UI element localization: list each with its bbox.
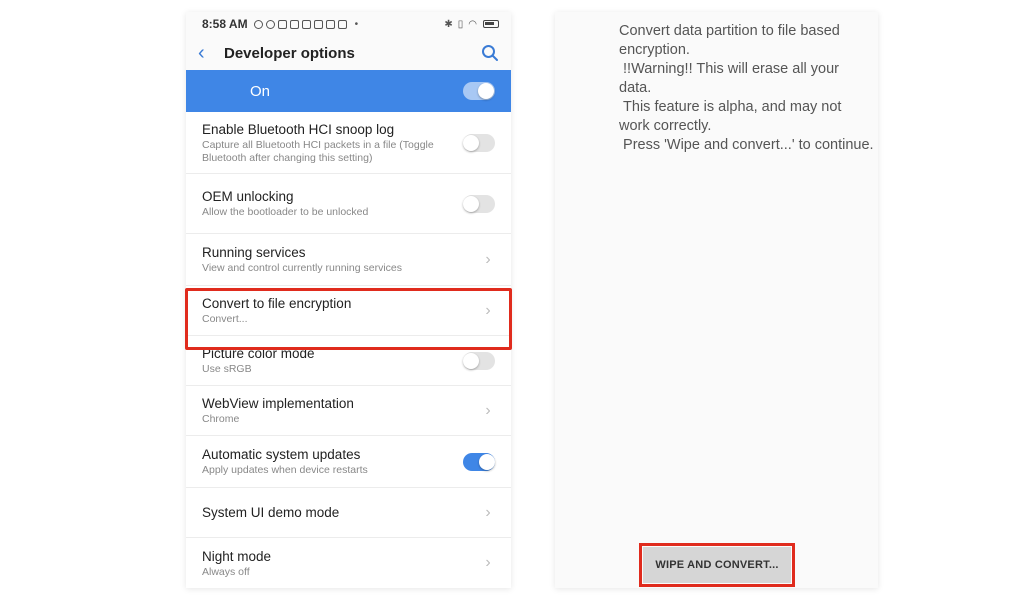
- chevron-right-icon: ›: [485, 250, 491, 268]
- bluetooth-hci-toggle[interactable]: [463, 133, 495, 152]
- file-encryption-screen: Convert data partition to file based enc…: [555, 12, 878, 588]
- encryption-warning-text: Convert data partition to file based enc…: [619, 23, 874, 153]
- setting-title: Running services: [202, 245, 306, 260]
- news-icon: [337, 19, 347, 29]
- developer-options-screen: 8:58 AM • ✱ ▯ ◠ ‹ Developer options On E…: [186, 12, 511, 588]
- setting-subtitle: Apply updates when device restarts: [202, 464, 368, 476]
- automatic-updates-toggle[interactable]: [463, 452, 495, 471]
- status-time: 8:58 AM: [202, 17, 248, 31]
- setting-title: Convert to file encryption: [202, 296, 352, 311]
- setting-convert-file-encryption[interactable]: Convert to file encryption Convert... ›: [186, 286, 511, 336]
- facebook-icon: [253, 19, 263, 29]
- wifi-icon: ◠: [468, 18, 477, 30]
- setting-subtitle: View and control currently running servi…: [202, 262, 402, 274]
- wipe-and-convert-button[interactable]: WIPE AND CONVERT...: [643, 547, 791, 583]
- vibrate-icon: ▯: [457, 18, 464, 30]
- setting-title: OEM unlocking: [202, 189, 294, 204]
- notification-dot: •: [354, 18, 359, 30]
- chevron-right-icon: ›: [485, 301, 491, 319]
- setting-title: Enable Bluetooth HCI snoop log: [202, 121, 395, 137]
- setting-bluetooth-hci-snoop[interactable]: Enable Bluetooth HCI snoop log Capture a…: [186, 112, 511, 174]
- master-toggle[interactable]: [463, 82, 495, 100]
- search-icon[interactable]: [481, 44, 499, 62]
- chevron-right-icon: ›: [485, 401, 491, 419]
- battery-icon: [483, 20, 499, 28]
- setting-title: System UI demo mode: [202, 505, 340, 520]
- setting-title: Automatic system updates: [202, 447, 361, 462]
- picture-color-toggle[interactable]: [463, 351, 495, 370]
- app-bar: ‹ Developer options: [186, 36, 511, 70]
- setting-webview-implementation[interactable]: WebView implementation Chrome ›: [186, 386, 511, 436]
- setting-oem-unlocking[interactable]: OEM unlocking Allow the bootloader to be…: [186, 174, 511, 234]
- status-bar: 8:58 AM • ✱ ▯ ◠: [186, 12, 511, 36]
- gallery-icon: [289, 19, 299, 29]
- news-icon: [325, 19, 335, 29]
- instagram-icon: [301, 19, 311, 29]
- settings-list: Enable Bluetooth HCI snoop log Capture a…: [186, 112, 511, 588]
- facebook-icon: [265, 19, 275, 29]
- setting-picture-color-mode[interactable]: Picture color mode Use sRGB: [186, 336, 511, 386]
- setting-subtitle: Use sRGB: [202, 363, 252, 375]
- oem-unlocking-toggle[interactable]: [463, 194, 495, 213]
- setting-subtitle: Always off: [202, 565, 250, 578]
- master-switch-label: On: [250, 82, 271, 100]
- setting-automatic-system-updates[interactable]: Automatic system updates Apply updates w…: [186, 436, 511, 488]
- chevron-right-icon: ›: [485, 503, 491, 521]
- setting-system-ui-demo-mode[interactable]: System UI demo mode ›: [186, 488, 511, 538]
- setting-subtitle: Capture all Bluetooth HCI packets in a f…: [202, 138, 434, 164]
- back-arrow-icon[interactable]: ‹: [198, 42, 224, 65]
- setting-title: Night mode: [202, 548, 272, 564]
- setting-subtitle: Convert...: [202, 313, 248, 325]
- setting-running-services[interactable]: Running services View and control curren…: [186, 234, 511, 286]
- master-switch-bar[interactable]: On: [186, 70, 511, 112]
- setting-title: Picture color mode: [202, 346, 315, 361]
- instagram-icon: [313, 19, 323, 29]
- setting-subtitle: Chrome: [202, 413, 240, 425]
- setting-title: WebView implementation: [202, 396, 354, 411]
- page-title: Developer options: [224, 44, 355, 62]
- chevron-right-icon: ›: [485, 554, 491, 571]
- setting-subtitle: Allow the bootloader to be unlocked: [202, 206, 369, 218]
- bluetooth-icon: ✱: [444, 18, 453, 30]
- setting-night-mode[interactable]: Night mode Always off ›: [186, 538, 511, 588]
- instagram-icon: [277, 19, 287, 29]
